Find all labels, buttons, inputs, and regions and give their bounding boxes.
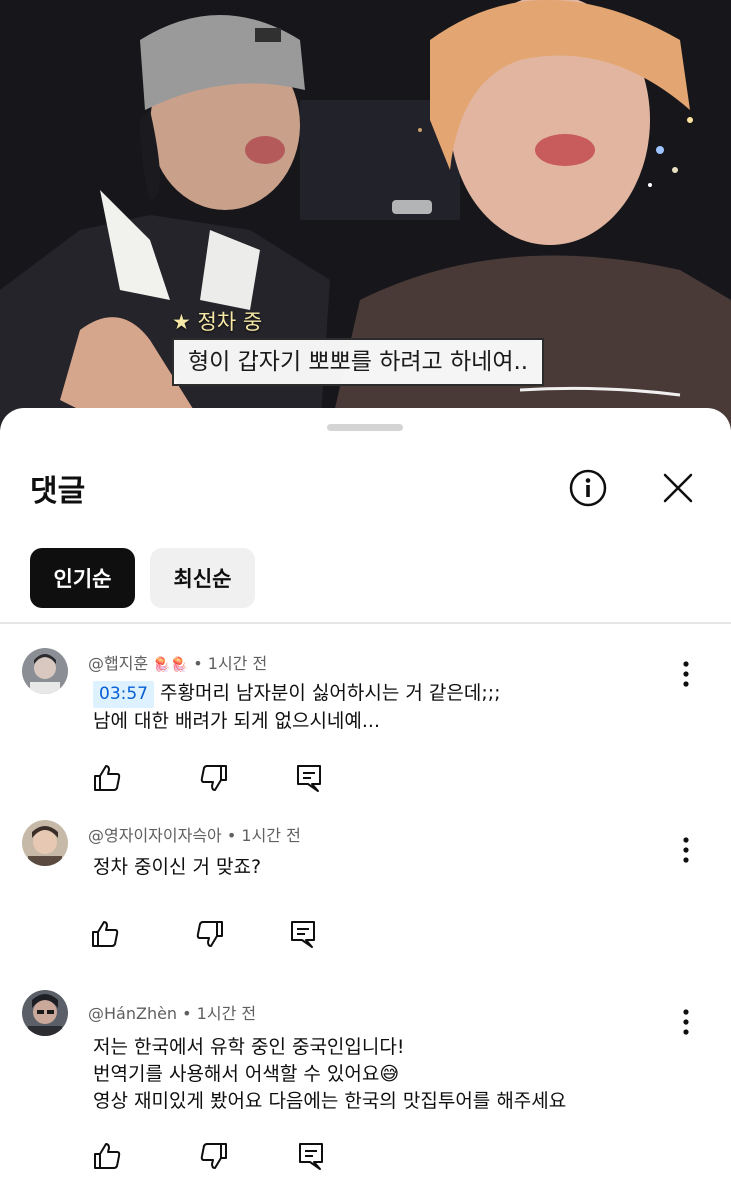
- comment-line: 영상 재미있게 봤어요 다음에는 한국의 맛집투어를 해주세요: [93, 1090, 567, 1112]
- video-player[interactable]: ★ 정차 중 형이 갑자기 뽀뽀를 하려고 하네여..: [0, 0, 731, 430]
- more-vert-icon: [683, 1009, 689, 1035]
- like-button[interactable]: [87, 916, 123, 952]
- comment-line: 주황머리 남자분이 싫어하시는 거 같은데;;;: [160, 682, 501, 704]
- close-icon: [663, 473, 693, 503]
- comment-text: 정차 중이신 거 맞죠?: [93, 854, 261, 881]
- reply-button[interactable]: [291, 760, 327, 796]
- avatar[interactable]: [22, 648, 68, 694]
- reply-comment-icon: [291, 921, 315, 948]
- like-button[interactable]: [89, 1138, 125, 1174]
- comment-text: 03:57 주황머리 남자분이 싫어하시는 거 같은데;;; 남에 대한 배려가 …: [93, 680, 501, 735]
- comment-author[interactable]: @햅지훈: [88, 654, 148, 673]
- comment-author[interactable]: @영자이자이자슥아: [88, 826, 222, 845]
- thumb-up-icon: [94, 1143, 121, 1169]
- reply-button[interactable]: [285, 916, 321, 952]
- avatar[interactable]: [22, 820, 68, 866]
- sort-chip-newest[interactable]: 최신순: [150, 548, 255, 608]
- sheet-title: 댓글: [30, 474, 86, 509]
- thumb-down-icon: [200, 765, 227, 791]
- more-vert-icon: [683, 837, 689, 863]
- comment-line: 번역기를 사용해서 어색할 수 있어요😅: [93, 1063, 400, 1085]
- info-circle-icon: [569, 469, 607, 507]
- comment-line: 정차 중이신 거 맞죠?: [93, 856, 262, 878]
- comment-meta: @HánZhèn • 1시간 전: [88, 1000, 256, 1024]
- author-emoji: 🪼🪼: [153, 657, 189, 673]
- comment-line: 저는 한국에서 유학 중인 중국인입니다!: [93, 1036, 405, 1058]
- thumb-up-icon: [94, 765, 121, 791]
- comment-meta: @영자이자이자슥아 • 1시간 전: [88, 822, 301, 846]
- more-button[interactable]: [672, 834, 700, 866]
- drag-handle[interactable]: [327, 424, 403, 431]
- more-vert-icon: [683, 661, 689, 687]
- comments-sheet: 댓글 인기순 최신순 @햅지훈 🪼🪼 • 1시간 전 03:57 주황머리 남자…: [0, 408, 731, 1200]
- comment-line: 남에 대한 배려가 되게 없으시네예...: [93, 710, 380, 732]
- divider: [0, 622, 731, 624]
- dislike-button[interactable]: [192, 916, 228, 952]
- comment-meta: @햅지훈 🪼🪼 • 1시간 전: [88, 650, 267, 674]
- timestamp-link[interactable]: 03:57: [93, 681, 154, 708]
- thumb-down-icon: [200, 1143, 227, 1169]
- dislike-button[interactable]: [196, 1138, 232, 1174]
- dislike-button[interactable]: [196, 760, 232, 796]
- sort-chip-top[interactable]: 인기순: [30, 548, 135, 608]
- like-button[interactable]: [89, 760, 125, 796]
- thumb-down-icon: [196, 921, 223, 947]
- reply-comment-icon: [297, 765, 321, 792]
- comment-text: 저는 한국에서 유학 중인 중국인입니다! 번역기를 사용해서 어색할 수 있어…: [93, 1034, 566, 1115]
- info-button[interactable]: [568, 468, 608, 508]
- more-button[interactable]: [672, 658, 700, 690]
- comment-author[interactable]: @HánZhèn: [88, 1004, 177, 1023]
- comment-time: • 1시간 전: [226, 826, 301, 845]
- comment-time: • 1시간 전: [182, 1004, 257, 1023]
- more-button[interactable]: [672, 1006, 700, 1038]
- reply-comment-icon: [299, 1143, 323, 1170]
- avatar[interactable]: [22, 990, 68, 1036]
- reply-button[interactable]: [293, 1138, 329, 1174]
- caption-text: 형이 갑자기 뽀뽀를 하려고 하네여..: [172, 338, 545, 386]
- close-button[interactable]: [658, 468, 698, 508]
- caption-label: ★ 정차 중: [172, 310, 263, 334]
- thumb-up-icon: [92, 921, 119, 947]
- comment-time: • 1시간 전: [193, 654, 268, 673]
